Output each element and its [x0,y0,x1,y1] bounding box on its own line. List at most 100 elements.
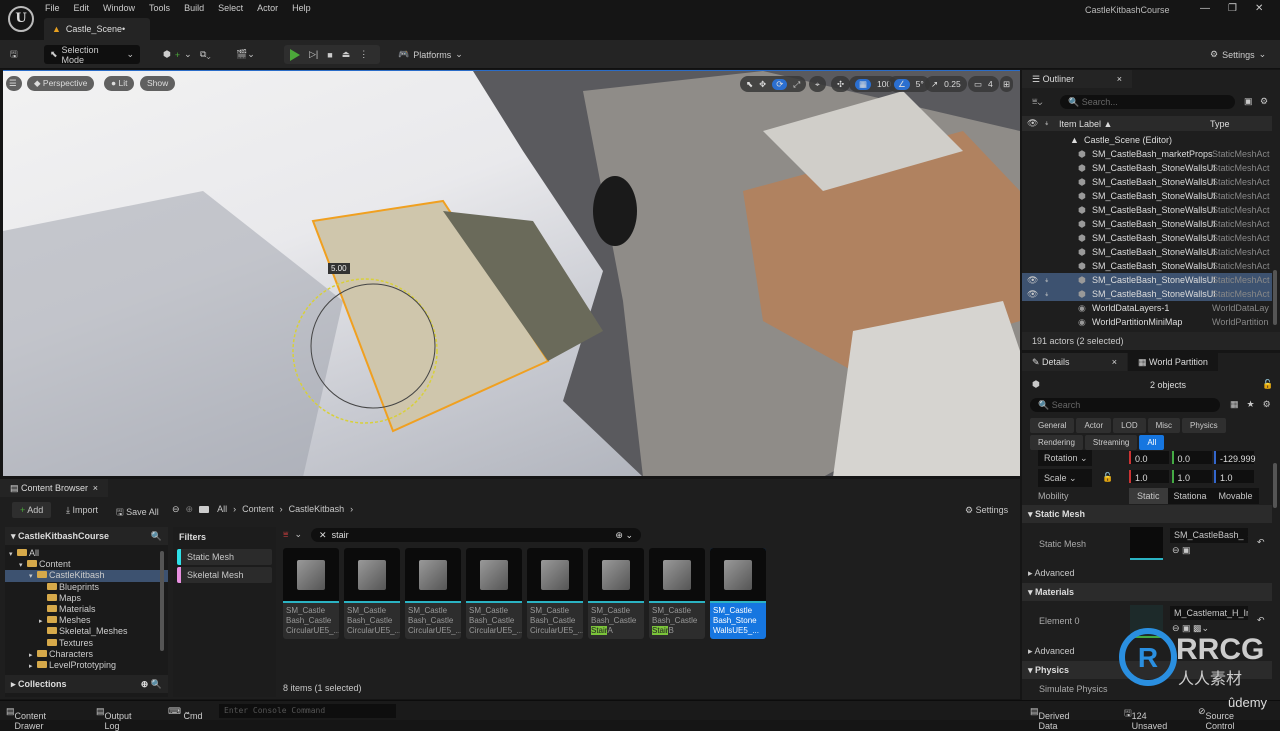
folder-textures[interactable]: Textures [5,638,168,649]
static-mesh-category[interactable]: ▾ Static Mesh [1022,505,1272,523]
outliner-row[interactable]: ◉ WorldDataLayers-1 WorldDataLay [1022,301,1272,315]
world-partition-tab[interactable]: ▦ World Partition [1128,353,1218,371]
lock-icon[interactable]: 🔓 [1262,379,1273,390]
filter-dropdown[interactable]: ⩸ ⌄ [283,529,302,540]
scale-icon[interactable]: ⤢ [793,79,800,90]
asset-tile[interactable]: SM_Castle Bash_Stone WallsUE5_... [710,548,766,639]
folder-materials[interactable]: Materials [5,604,168,615]
level-viewport[interactable]: 5.00 ☰ ◆ Perspective ● Lit Show ⬉ ✥ ⟳ ⤢ ⌖ ✣… [3,70,1020,476]
save-icon[interactable]: 🖫 [10,45,18,64]
add-button[interactable]: + Add [12,502,52,518]
close-icon[interactable]: × [1117,74,1122,84]
outliner-row[interactable]: 👁 ⍖ ⬢ SM_CastleBash_StoneWallsUI StaticMeshA… [1022,273,1272,287]
stop-icon[interactable]: ■ [327,50,332,60]
cmd-dropdown[interactable]: ⌨ Cmd ⌄ [168,706,203,721]
close-icon[interactable]: ✕ [1255,3,1263,14]
star-icon[interactable]: ★ [1247,399,1255,410]
folder-levelprototyping[interactable]: ▸ LevelPrototyping [5,660,168,671]
lock-icon[interactable]: 🔓 [1102,470,1113,484]
outliner-row[interactable]: ⬢ SM_CastleBash_StoneWallsUI StaticMeshAct [1022,175,1272,189]
folder-blueprints[interactable]: Blueprints [5,582,168,593]
camera-speed[interactable]: ▭ 4 [968,76,999,92]
show-button[interactable]: Show [140,76,176,91]
folder-characters[interactable]: ▸ Characters [5,649,168,660]
play-icon[interactable] [290,48,300,61]
cb-settings-button[interactable]: ⚙ Settings [965,505,1008,516]
lit-button[interactable]: ● Lit [104,76,135,91]
forward-icon[interactable]: ⊕ [186,504,194,515]
rotate-icon[interactable]: ⟳ [772,78,788,90]
derived-data-button[interactable]: ▤ Derived Data [1030,706,1070,731]
filter-general[interactable]: General [1030,418,1075,433]
menu-file[interactable]: File [44,3,69,13]
menu-build[interactable]: Build [183,3,213,13]
gear-icon[interactable]: ⚙ [1260,96,1268,107]
filter-lod[interactable]: LOD [1113,418,1146,433]
expand-icon[interactable]: ▸ [29,661,37,671]
outliner-search-input[interactable]: 🔍 Search... [1060,95,1235,109]
asset-tile[interactable]: SM_Castle Bash_Castle StairB [649,548,705,639]
add-actor-button[interactable]: ⬢ + ⌄ [163,45,192,64]
outliner-row[interactable]: ⬢ SM_CastleBash_StoneWallsUI StaticMeshAct [1022,203,1272,217]
console-input[interactable]: Enter Console Command [219,704,396,718]
add-folder-icon[interactable]: ▣ [1244,96,1253,107]
asset-tile[interactable]: SM_Castle Bash_Castle CircularUE5_... [466,548,522,639]
asset-search-input[interactable]: ✕ stair ⊕ ⌄ [311,528,641,542]
menu-window[interactable]: Window [102,3,144,13]
mobility-stationary[interactable]: Stationa [1168,488,1213,504]
pin-icon[interactable]: ⍖ [1044,273,1049,287]
visibility-icon[interactable]: 👁 [1027,118,1038,129]
selection-mode-dropdown[interactable]: ⬉ Selection Mode ⌄ [44,45,140,65]
expand-icon[interactable]: ▾ [29,571,37,582]
maximize-icon[interactable]: ❐ [1228,3,1237,14]
pin-icon[interactable]: ⍖ [1044,118,1049,129]
add-filter-icon[interactable]: ⊕ ⌄ [615,530,633,541]
tree-scrollbar[interactable] [160,551,164,651]
folder-meshes[interactable]: ▸ Meshes [5,615,168,626]
menu-select[interactable]: Select [217,3,252,13]
outliner-row[interactable]: ◉ WorldPartitionMiniMap WorldPartition [1022,315,1272,329]
column-item-label[interactable]: Item Label ▲ [1059,119,1112,129]
folder-maps[interactable]: Maps [5,593,168,604]
details-scrollbar[interactable] [1273,463,1277,508]
source-control-button[interactable]: ⊘ Source Control [1198,706,1235,731]
menu-help[interactable]: Help [291,3,320,13]
menu-edit[interactable]: Edit [73,3,99,13]
outliner-row[interactable]: 👁 ⍖ ⬢ SM_CastleBash_StoneWallsUI StaticMeshA… [1022,287,1272,301]
content-drawer-button[interactable]: ▤ Content Drawer [6,706,46,731]
filter-rendering[interactable]: Rendering [1030,435,1083,450]
filter-chip[interactable]: Skeletal Mesh [177,567,272,583]
outliner-root[interactable]: ▲ Castle_Scene (Editor) [1022,133,1272,147]
scale-snap[interactable]: ↗ 0.25 [925,76,967,92]
static-mesh-picker[interactable]: SM_CastleBash_ ⌄ [1170,528,1248,543]
expand-icon[interactable]: ▾ [9,549,17,560]
breadcrumb-content[interactable]: Content [242,504,274,515]
filter-physics[interactable]: Physics [1182,418,1226,433]
project-header[interactable]: ▾ CastleKitbashCourse 🔍 [5,527,168,545]
rotation-y[interactable]: 0.0 [1171,451,1212,464]
advanced-expander[interactable]: ▸ Advanced [1028,568,1075,579]
perspective-button[interactable]: ◆ Perspective [27,76,95,91]
rotation-dropdown[interactable]: Rotation ⌄ [1038,450,1092,466]
scale-dropdown[interactable]: Scale ⌄ [1038,469,1092,487]
scale-x[interactable]: 1.0 [1129,470,1169,483]
filter-actor[interactable]: Actor [1076,418,1112,433]
collections-header[interactable]: ▸ Collections ⊕ 🔍 [5,675,168,693]
import-button[interactable]: ⤓ Import [66,505,98,516]
move-icon[interactable]: ✥ [759,79,766,90]
outliner-row[interactable]: ⬢ SM_CastleBash_StoneWallsUI StaticMeshAct [1022,259,1272,273]
asset-tile[interactable]: SM_Castle Bash_Castle CircularUE5_... [527,548,583,639]
settings-button[interactable]: ⚙ Settings ⌄ [1210,45,1266,64]
mobility-static[interactable]: Static [1129,488,1168,504]
blueprints-button[interactable]: ⧉⌄ [200,45,211,64]
filter-misc[interactable]: Misc [1147,418,1181,433]
outliner-row[interactable]: ⬢ SM_CastleBash_marketProps StaticMeshAct [1022,147,1272,161]
outliner-scrollbar[interactable] [1273,270,1277,325]
eject-icon[interactable]: ⏏ [342,49,351,60]
folder-castlekitbash[interactable]: ▾ CastleKitbash [5,570,168,582]
outliner-row[interactable]: ⬢ SM_CastleBash_StoneWallsUI StaticMeshAct [1022,161,1272,175]
breadcrumb-castlekitbash[interactable]: CastleKitbash [289,504,345,515]
reset-icon[interactable]: ↶ [1257,537,1265,548]
search-icon[interactable]: 🔍 [151,531,162,542]
asset-tile[interactable]: SM_Castle Bash_Castle CircularUE5_... [405,548,461,639]
